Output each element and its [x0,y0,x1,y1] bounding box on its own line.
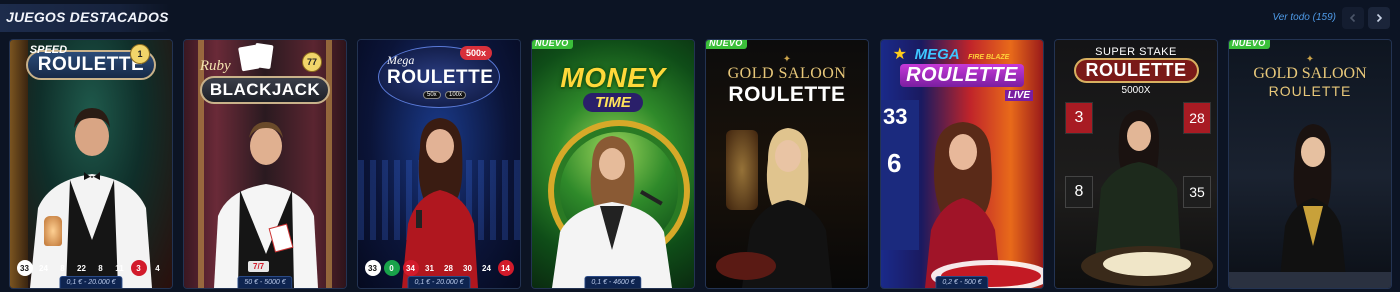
game-card-gold-saloon-roulette-2[interactable]: ✦ GOLD SALOON ROULETTE NUEVO [1229,40,1391,288]
crown-ornament-icon: ✦ [782,54,792,65]
game-card-super-stake-roulette[interactable]: 3 28 8 35 SUPER STAKE ROULETTE 5000X [1055,40,1217,288]
logo-big-text: MONEY [560,62,666,93]
new-badge: NUEVO [1229,40,1270,49]
carousel-next-button[interactable] [1368,7,1390,29]
logo-big-text: ROULETTE [728,83,846,106]
result-number: 8 [98,263,103,273]
chevron-right-icon [1376,13,1383,23]
mini-multiplier: 100x [445,91,467,99]
logo-big-text: ROULETTE [1268,83,1352,99]
results-strip: 33 24 8 22 8 11 3 4 [10,260,172,276]
logo-small-text: SUPER STAKE [1095,46,1177,58]
lamp-decor [44,216,62,246]
score-badge: 7/7 [248,261,270,272]
result-number: 30 [463,263,472,273]
result-number: 33 [364,260,381,276]
cards-icon [237,42,274,72]
game-logo: SUPER STAKE ROULETTE 5000X [1055,46,1217,96]
result-number: 3 [130,260,147,276]
bet-limit: 0,1 € - 20.000 € [407,276,471,288]
result-number: 22 [77,263,86,273]
result-number: 8 [60,263,65,273]
logo-small-text: Ruby [199,58,231,74]
result-number: 34 [402,260,419,276]
new-badge: NUEVO [532,40,573,49]
bet-limit: 0,2 € - 500 € [935,276,989,288]
carousel-prev-button[interactable] [1342,7,1364,29]
logo-big-text: ROULETTE [900,64,1024,87]
game-logo: ✦ GOLD SALOON ROULETTE [1229,54,1391,99]
mini-multiplier: 50x [423,91,441,99]
game-card-gold-saloon-roulette[interactable]: ✦ GOLD SALOON ROULETTE NUEVO [706,40,868,288]
section-title: JUEGOS DESTACADOS [6,9,169,25]
bet-limit: 50 € - 5000 € [237,276,293,288]
crown-ornament-icon: ✦ [1305,54,1315,65]
game-logo: ★ MEGA FIRE BLAZE ROULETTE LIVE [881,46,1043,101]
result-number: 28 [444,263,453,273]
chevron-left-icon [1349,13,1356,23]
game-card-mega-fire-blaze-roulette[interactable]: 33 6 ★ MEGA FIRE BLAZE ROULETTE LIVE 0,2… [881,40,1043,288]
result-number: 33 [16,260,33,276]
logo-big-text: ROULETTE [37,54,145,75]
bet-limit: 0,1 € - 20.000 € [59,276,123,288]
see-all-link[interactable]: Ver todo (159) [1272,12,1336,23]
logo-small-text: GOLD SALOON [727,65,847,82]
game-logo: ✦ GOLD SALOON ROULETTE [706,54,868,107]
logo-tag-text: FIRE BLAZE [968,54,1010,61]
logo-big-text: BLACKJACK [199,76,331,104]
game-logo: Mega ROULETTE 50x 100x [358,46,520,113]
game-card-speed-roulette[interactable]: SPEED ROULETTE 1 33 24 8 22 8 11 3 4 0,1… [10,40,172,288]
result-number: 0 [383,260,400,276]
result-number: 24 [39,263,48,273]
game-card-ruby-blackjack[interactable]: Ruby BLACKJACK 77 7/7 50 € - 5000 € [184,40,346,288]
result-number: 24 [482,263,491,273]
result-number: 4 [155,263,160,273]
result-number: 31 [425,263,434,273]
logo-sub-text: 5000X [1121,85,1151,96]
logo-small-text: Mega [387,53,415,67]
logo-big-text: ROULETTE [387,67,494,88]
results-strip: 33 0 34 31 28 30 24 14 [358,260,520,276]
logo-big-text: ROULETTE [1073,58,1199,83]
logo-small-text: SPEED [29,44,68,56]
game-card-money-time[interactable]: MONEY TIME NUEVO 0,1 € - 4600 € [532,40,694,288]
result-number: 14 [497,260,514,276]
logo-small-text: GOLD SALOON [1253,65,1367,82]
bet-limit: 0,1 € - 4600 € [584,276,642,288]
game-logo: Ruby BLACKJACK [184,42,346,104]
logo-small-text: MEGA [914,46,960,63]
counter-badge: 1 [130,44,150,64]
game-card-mega-roulette[interactable]: Mega ROULETTE 50x 100x 500x 33 0 34 31 2… [358,40,520,288]
result-number: 11 [115,263,124,273]
logo-sub-text: LIVE [1004,90,1033,101]
game-logo: MONEY TIME [532,62,694,112]
counter-badge: 77 [302,52,322,72]
section-header: JUEGOS DESTACADOS Ver todo (159) [0,0,1400,36]
new-badge: NUEVO [706,40,747,49]
logo-sub-text: TIME [583,93,643,112]
star-icon: ★ [892,46,907,63]
multiplier-badge: 500x [460,46,493,60]
